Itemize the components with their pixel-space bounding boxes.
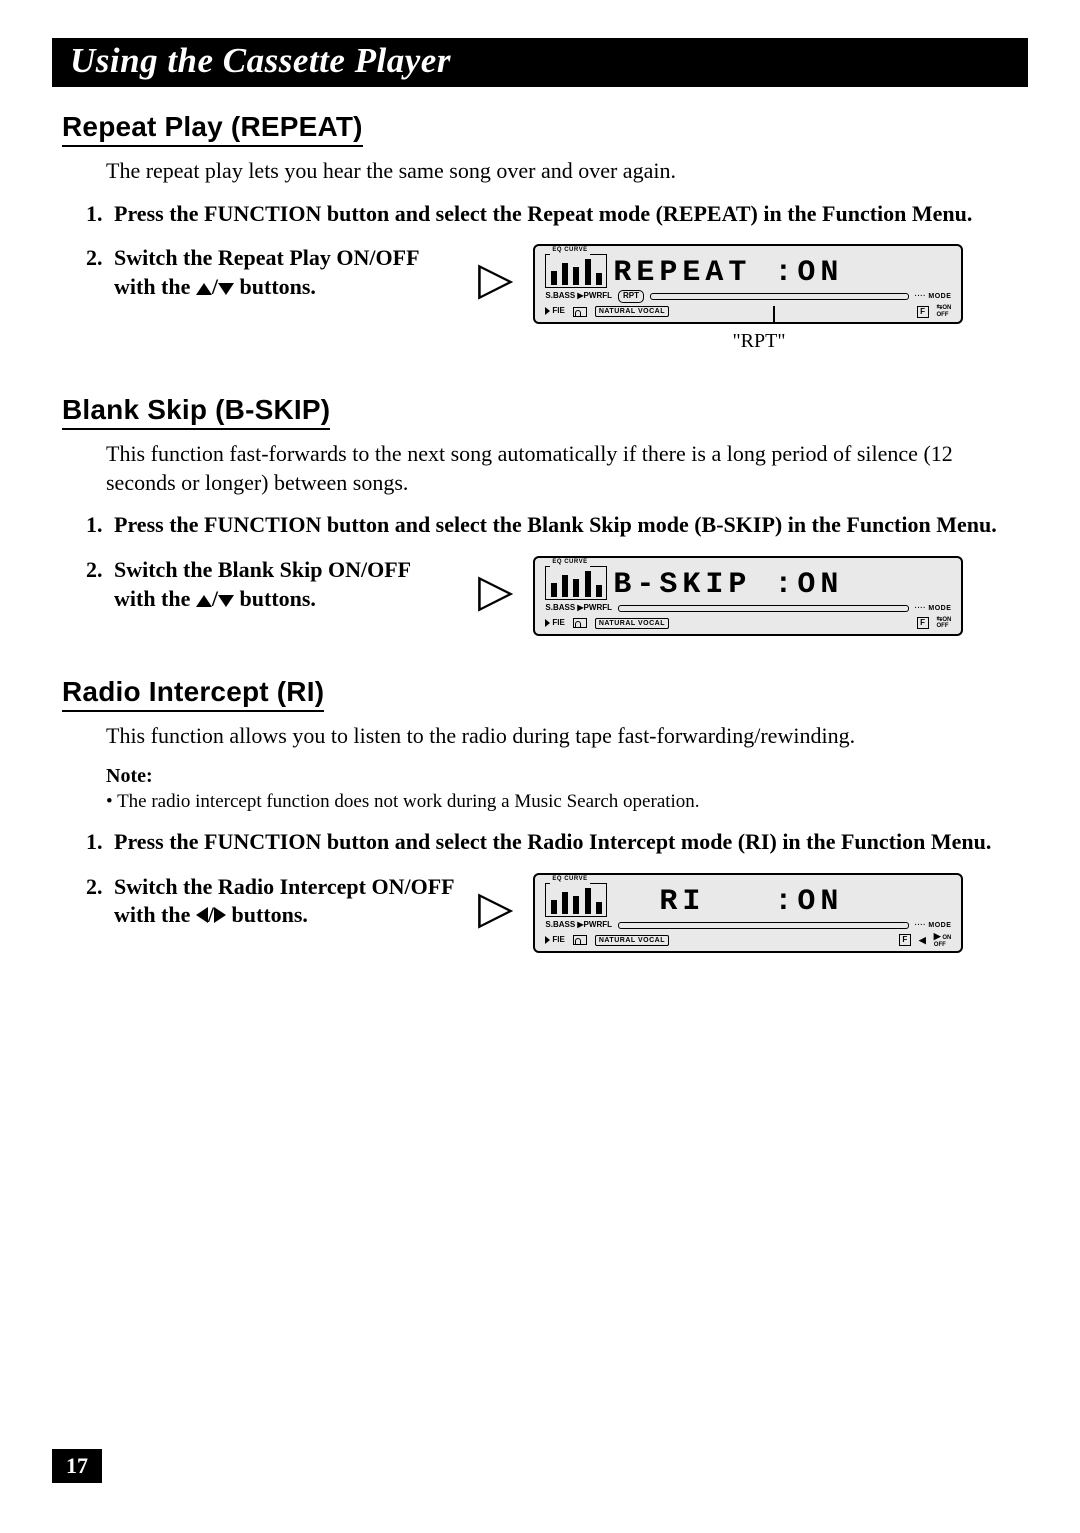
pointer-arrow-icon: ▷ xyxy=(478,885,513,941)
left-triangle-icon xyxy=(196,902,208,927)
f-square-icon: F xyxy=(917,306,929,318)
step-2: 2. Switch the Repeat Play ON/OFF with th… xyxy=(86,244,1018,354)
section-intro: The repeat play lets you hear the same s… xyxy=(106,157,1018,186)
section-heading: Repeat Play (REPEAT) xyxy=(62,111,363,147)
f-square-icon: F xyxy=(899,934,911,946)
page-title-bar: Using the Cassette Player xyxy=(52,38,1028,87)
natural-vocal-label: NATURAL VOCAL xyxy=(595,306,669,317)
section-intro: This function fast-forwards to the next … xyxy=(106,440,1018,497)
caption-pointer-line xyxy=(773,306,775,324)
eq-curve-icon: EQ CURVE xyxy=(545,883,607,917)
eq-curve-icon: EQ CURVE xyxy=(545,566,607,600)
on-off-icon: ⇆ONOFF xyxy=(937,617,952,630)
lcd-caption: "RPT" xyxy=(544,328,974,354)
lcd-display-wrap: ▷ EQ CURVE RI :ON S.BASS ▶PWRFL xyxy=(478,873,1018,953)
note-label: Note: xyxy=(106,765,1018,788)
fie-label: FIE xyxy=(545,618,564,628)
step-2: 2. Switch the Blank Skip ON/OFF with the… xyxy=(86,556,1018,636)
lcd-display: EQ CURVE RI :ON S.BASS ▶PWRFL ···· MODE xyxy=(533,873,963,953)
note-text: The radio intercept function does not wo… xyxy=(106,790,1018,815)
mode-label: ···· MODE xyxy=(915,921,952,930)
on-off-icon: ▶ ONOFF xyxy=(934,932,952,948)
lcd-display: EQ CURVE REPEAT :ON S.BASS ▶PWRFL RPT ··… xyxy=(533,244,963,324)
section-intro: This function allows you to listen to th… xyxy=(106,722,1018,751)
page-number: 17 xyxy=(52,1449,102,1483)
fie-label: FIE xyxy=(545,306,564,316)
sbass-label: S.BASS ▶PWRFL xyxy=(545,291,612,301)
page-title: Using the Cassette Player xyxy=(70,41,451,80)
step-list: 1. Press the FUNCTION button and select … xyxy=(86,511,1018,636)
lcd-main-text: RI :ON xyxy=(613,885,951,917)
lcd-main-text: B-SKIP :ON xyxy=(613,568,951,600)
progress-bar xyxy=(650,293,909,300)
sbass-label: S.BASS ▶PWRFL xyxy=(545,920,612,930)
step-1: 1. Press the FUNCTION button and select … xyxy=(86,200,1018,229)
wave-icon xyxy=(573,307,587,317)
down-triangle-icon xyxy=(218,586,234,611)
step-list: 1. Press the FUNCTION button and select … xyxy=(86,200,1018,355)
sbass-label: S.BASS ▶PWRFL xyxy=(545,603,612,613)
lcd-display-wrap: ▷ EQ CURVE B-SKIP :ON S.BASS ▶PWRFL xyxy=(478,556,1018,636)
lcd-main-text: REPEAT :ON xyxy=(613,256,951,288)
lcd-display-wrap: ▷ EQ CURVE REPEAT :ON S.BASS ▶PWRFL xyxy=(478,244,1018,354)
left-arrow-icon: ◀ xyxy=(919,935,926,947)
up-triangle-icon xyxy=(196,586,212,611)
wave-icon xyxy=(573,618,587,628)
wave-icon xyxy=(573,935,587,945)
lcd-display: EQ CURVE B-SKIP :ON S.BASS ▶PWRFL ···· M… xyxy=(533,556,963,636)
section-ri: Radio Intercept (RI) This function allow… xyxy=(62,676,1018,953)
section-heading: Radio Intercept (RI) xyxy=(62,676,324,712)
step-2: 2. Switch the Radio Intercept ON/OFF wit… xyxy=(86,873,1018,953)
section-repeat: Repeat Play (REPEAT) The repeat play let… xyxy=(62,111,1018,354)
section-bskip: Blank Skip (B-SKIP) This function fast-f… xyxy=(62,394,1018,636)
step-1: 1. Press the FUNCTION button and select … xyxy=(86,828,1018,857)
step-list: 1. Press the FUNCTION button and select … xyxy=(86,828,1018,953)
f-square-icon: F xyxy=(917,617,929,629)
pointer-arrow-icon: ▷ xyxy=(478,568,513,624)
progress-bar xyxy=(618,922,909,929)
eq-curve-icon: EQ CURVE xyxy=(545,254,607,288)
rpt-badge: RPT xyxy=(618,290,644,302)
mode-label: ···· MODE xyxy=(915,292,952,301)
down-triangle-icon xyxy=(218,274,234,299)
section-heading: Blank Skip (B-SKIP) xyxy=(62,394,330,430)
pointer-arrow-icon: ▷ xyxy=(478,256,513,312)
fie-label: FIE xyxy=(545,935,564,945)
step-1: 1. Press the FUNCTION button and select … xyxy=(86,511,1018,540)
up-triangle-icon xyxy=(196,274,212,299)
on-off-icon: ⇆ONOFF xyxy=(937,305,952,318)
progress-bar xyxy=(618,605,909,612)
mode-label: ···· MODE xyxy=(915,604,952,613)
right-triangle-icon xyxy=(214,902,226,927)
natural-vocal-label: NATURAL VOCAL xyxy=(595,935,669,946)
natural-vocal-label: NATURAL VOCAL xyxy=(595,618,669,629)
